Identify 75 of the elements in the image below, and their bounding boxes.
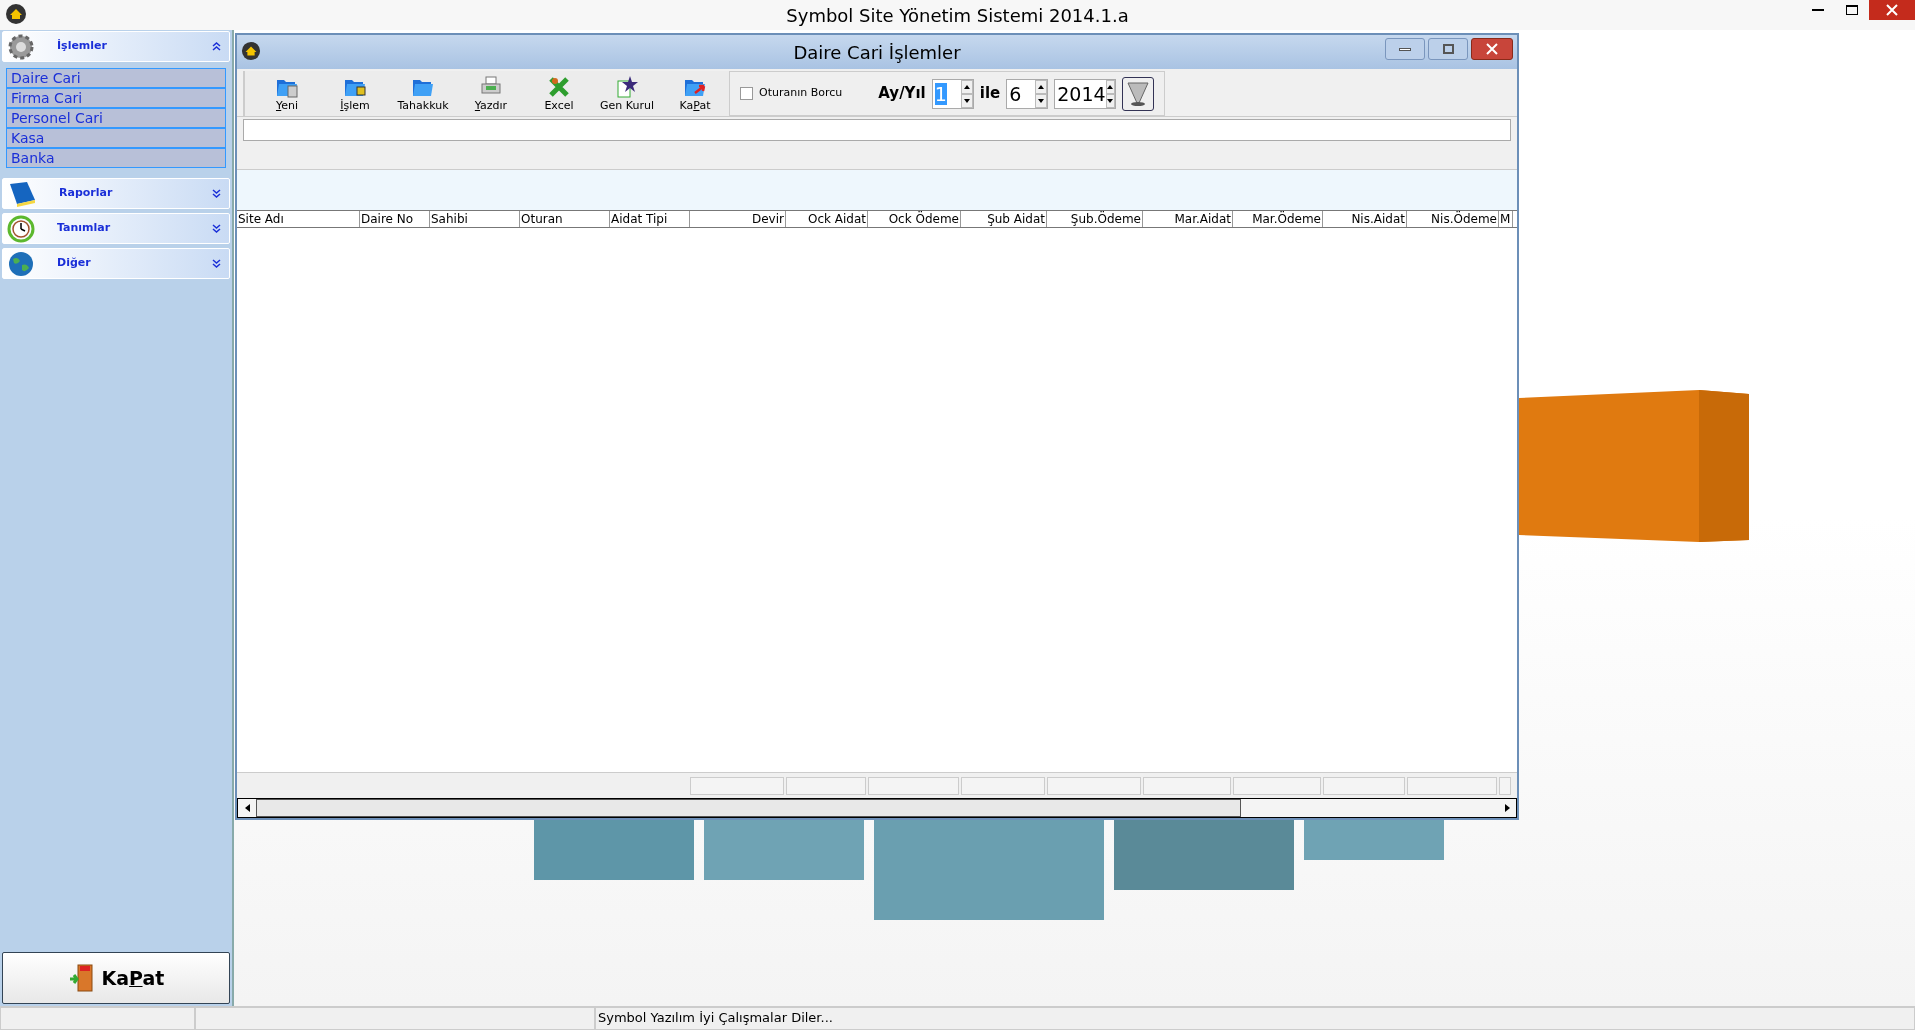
expand-icon[interactable] (212, 189, 221, 198)
filter-button[interactable] (1122, 76, 1155, 111)
spinner-value: 2014 (1056, 81, 1106, 107)
status-message: Symbol Yazılım İyi Çalışmalar Diler... (595, 1007, 1915, 1030)
group-header[interactable]: Raporlar (2, 178, 230, 209)
column-header[interactable]: Aidat Tipi (610, 211, 690, 227)
column-header[interactable]: Site Adı (237, 211, 360, 227)
book-icon (7, 179, 37, 208)
scroll-right-icon[interactable] (1504, 804, 1510, 812)
nav-item[interactable]: Kasa (6, 128, 226, 148)
gear-icon (7, 32, 35, 61)
house-logo-icon (241, 41, 261, 61)
group-header[interactable]: Diğer (2, 248, 230, 279)
spinner-field[interactable]: 6 (1006, 78, 1049, 109)
excel-x-icon (547, 75, 571, 99)
house-logo-icon (5, 3, 27, 25)
toolbar-button[interactable]: Yazdır (457, 71, 525, 116)
toolbar-button[interactable]: Gen Kurul (593, 71, 661, 116)
close-button[interactable] (1869, 0, 1915, 20)
total-cell (1499, 776, 1511, 795)
column-header[interactable]: Sahibi (430, 211, 520, 227)
funnel-icon (1127, 80, 1150, 107)
spinner-value: 1 (933, 81, 948, 107)
toolbar-button[interactable]: Tahakkuk (389, 71, 457, 116)
spinner-value: 6 (1008, 81, 1023, 107)
column-header[interactable]: Şub.Ödeme (1047, 211, 1143, 227)
spinner-field[interactable]: 2014 (1054, 78, 1117, 109)
scroll-left-icon[interactable] (244, 804, 250, 812)
period-label: Ay/Yıl (878, 83, 926, 105)
nav-item[interactable]: Banka (6, 148, 226, 168)
toolbar-button[interactable]: KaPat (661, 71, 729, 116)
horizontal-scrollbar[interactable] (237, 798, 1517, 818)
spin-down-icon[interactable] (1107, 98, 1114, 103)
spin-up-icon[interactable] (1038, 84, 1045, 89)
search-field[interactable] (243, 119, 1511, 141)
column-header[interactable]: Devir (690, 211, 786, 227)
clock-icon (7, 214, 35, 243)
globe-icon (7, 249, 35, 278)
spin-up-icon[interactable] (1107, 84, 1114, 89)
toolbar-button[interactable]: Excel (525, 71, 593, 116)
column-header[interactable]: Oturan (520, 211, 610, 227)
exit-button[interactable]: KaPat (2, 952, 230, 1004)
window-title: Daire Cari İşlemler (793, 40, 961, 65)
spin-down-icon[interactable] (963, 98, 970, 103)
exit-door-icon (67, 963, 96, 993)
column-header[interactable]: M (1499, 211, 1513, 227)
scroll-thumb[interactable] (256, 799, 1241, 817)
column-header[interactable]: Şub Aidat (961, 211, 1047, 227)
column-header[interactable]: Nis.Aidat (1323, 211, 1407, 227)
between-label: ile (979, 83, 1001, 105)
column-header[interactable]: Ock Ödeme (868, 211, 961, 227)
toolbar-button[interactable]: Yeni (253, 71, 321, 116)
spin-up-icon[interactable] (963, 84, 970, 89)
nav-item[interactable]: Firma Cari (6, 88, 226, 108)
checkbox-label: Oturanın Borcu (759, 85, 843, 102)
collapse-icon[interactable] (212, 42, 221, 51)
star-document-icon (615, 75, 639, 99)
close-icon[interactable] (1486, 43, 1498, 55)
column-header[interactable]: Mar.Aidat (1143, 211, 1233, 227)
nav-item[interactable]: Daire Cari (6, 68, 226, 88)
column-header[interactable]: Daire No (360, 211, 430, 227)
column-header[interactable]: Nis.Ödeme (1407, 211, 1499, 227)
toolbar-button[interactable]: İşlem (321, 71, 389, 116)
close-button[interactable] (1471, 38, 1513, 60)
column-header[interactable]: Mar.Ödeme (1233, 211, 1323, 227)
checkbox[interactable] (740, 87, 753, 100)
group-header[interactable]: İşlemler (2, 31, 230, 62)
group-header[interactable]: Tanımlar (2, 213, 230, 244)
expand-icon[interactable] (212, 224, 221, 233)
close-icon[interactable] (1886, 4, 1898, 16)
expand-icon[interactable] (212, 259, 221, 268)
spin-down-icon[interactable] (1038, 98, 1045, 103)
column-header[interactable]: Ock Aidat (786, 211, 868, 227)
app-title: Symbol Site Yönetim Sistemi 2014.1.a (786, 3, 1129, 28)
nav-item[interactable]: Personel Cari (6, 108, 226, 128)
